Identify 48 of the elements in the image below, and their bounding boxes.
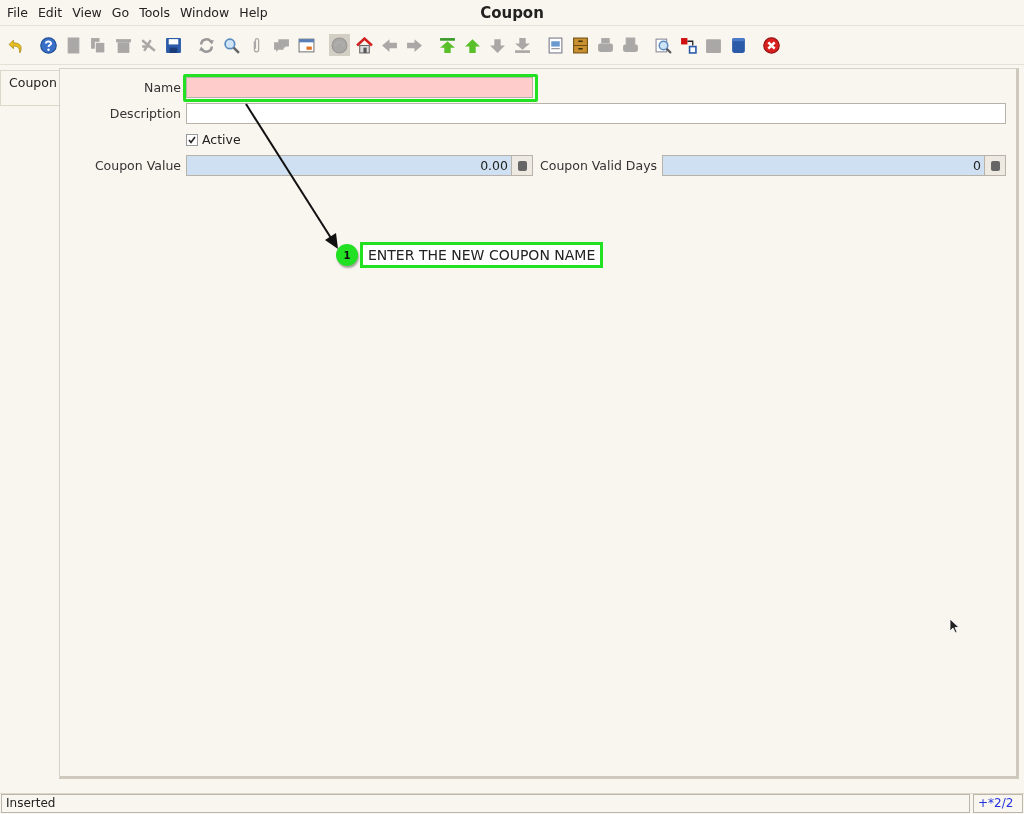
- down-arrow-icon: [489, 36, 506, 54]
- menu-item[interactable]: File: [2, 5, 33, 20]
- window-title: Coupon: [480, 3, 544, 22]
- status-message: Inserted: [1, 794, 970, 813]
- menu-item[interactable]: Tools: [134, 5, 175, 20]
- window-table-icon: [298, 36, 315, 54]
- page-icon: [65, 36, 82, 54]
- menu-item[interactable]: Edit: [32, 5, 68, 20]
- field-label: Description: [108, 105, 181, 123]
- close-icon: [763, 36, 780, 54]
- speech-bubbles-icon: [273, 36, 290, 54]
- menu-item[interactable]: View: [67, 5, 107, 20]
- cabinet-icon: [572, 36, 589, 54]
- checkbox-label: Active: [202, 132, 241, 147]
- refresh-icon: [198, 36, 215, 54]
- printer-icon: [597, 36, 614, 54]
- help-icon: [40, 36, 57, 54]
- trash-icon: [115, 36, 132, 54]
- mouse-pointer-icon: [949, 618, 960, 634]
- up-arrow-icon: [464, 36, 481, 54]
- tab[interactable]: Coupon: [0, 70, 59, 106]
- checkbox[interactable]: [186, 133, 198, 146]
- house-icon: [356, 36, 373, 54]
- toolbar-button[interactable]: [761, 34, 782, 56]
- document-icon: [547, 36, 564, 54]
- step-number: 1: [336, 244, 358, 266]
- linked-squares-icon: [680, 36, 697, 54]
- document-magnifier-icon: [655, 36, 672, 54]
- toolbar-button[interactable]: [570, 34, 591, 56]
- menu-item[interactable]: Go: [106, 5, 135, 20]
- field-label: Coupon Value: [93, 157, 181, 175]
- left-arrow-icon: [381, 36, 398, 54]
- field-label: Name: [143, 79, 181, 97]
- text-field[interactable]: [186, 103, 1006, 124]
- magnifier-icon: [223, 36, 240, 54]
- field-label: Coupon Valid Days: [539, 157, 658, 175]
- record-indicator[interactable]: +*2/2: [973, 794, 1023, 813]
- toolbar-button[interactable]: [354, 34, 375, 56]
- text-field[interactable]: [186, 77, 533, 98]
- menu-item[interactable]: Window: [174, 5, 235, 20]
- copy-icon: [90, 36, 107, 54]
- block-icon: [730, 36, 747, 54]
- up-arrow-to-bar-icon: [439, 36, 456, 54]
- printer-icon: [622, 36, 639, 54]
- menu-item[interactable]: Help: [234, 5, 273, 20]
- callout-label: ENTER THE NEW COUPON NAME: [360, 242, 604, 268]
- down-arrow-to-bar-icon: [514, 36, 531, 54]
- toolbar-button[interactable]: [38, 34, 59, 56]
